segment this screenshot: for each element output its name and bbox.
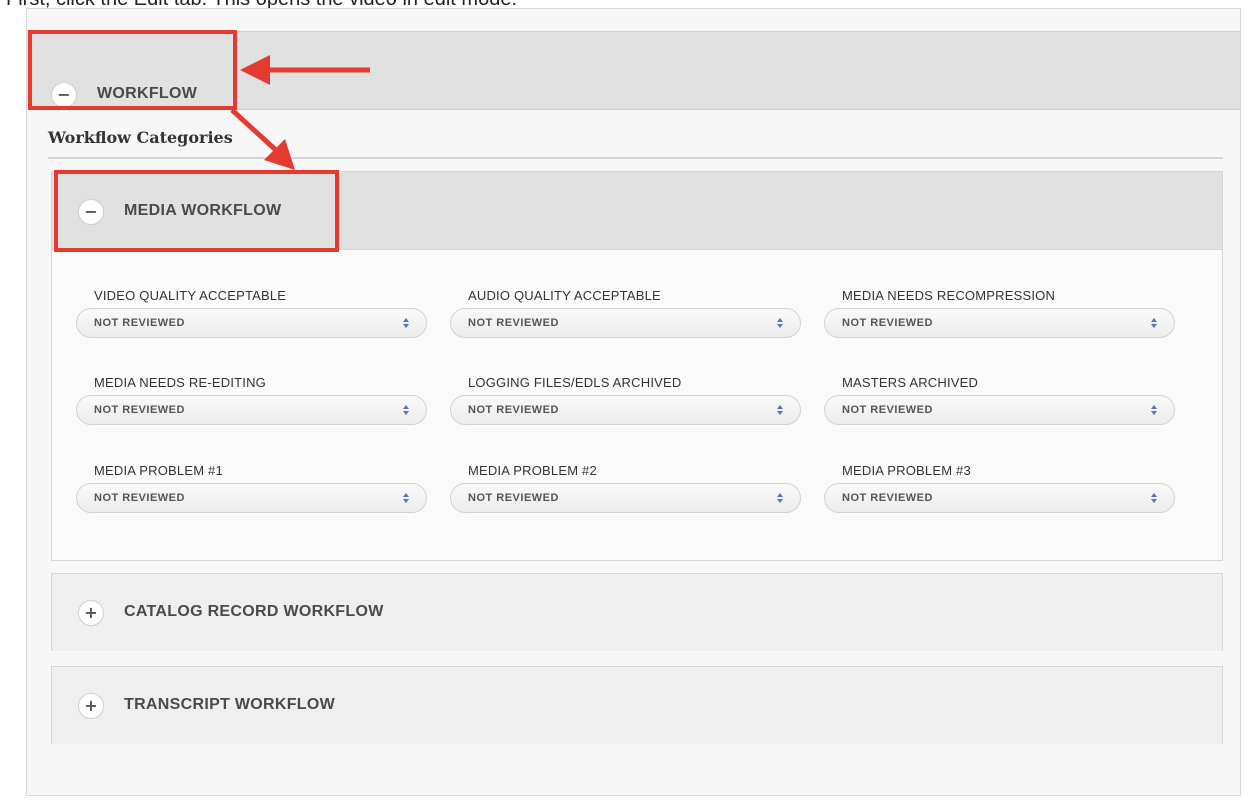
left-arrow-icon [240,55,370,85]
annotation-arrows [230,55,370,170]
diagonal-arrow-icon [230,108,295,170]
